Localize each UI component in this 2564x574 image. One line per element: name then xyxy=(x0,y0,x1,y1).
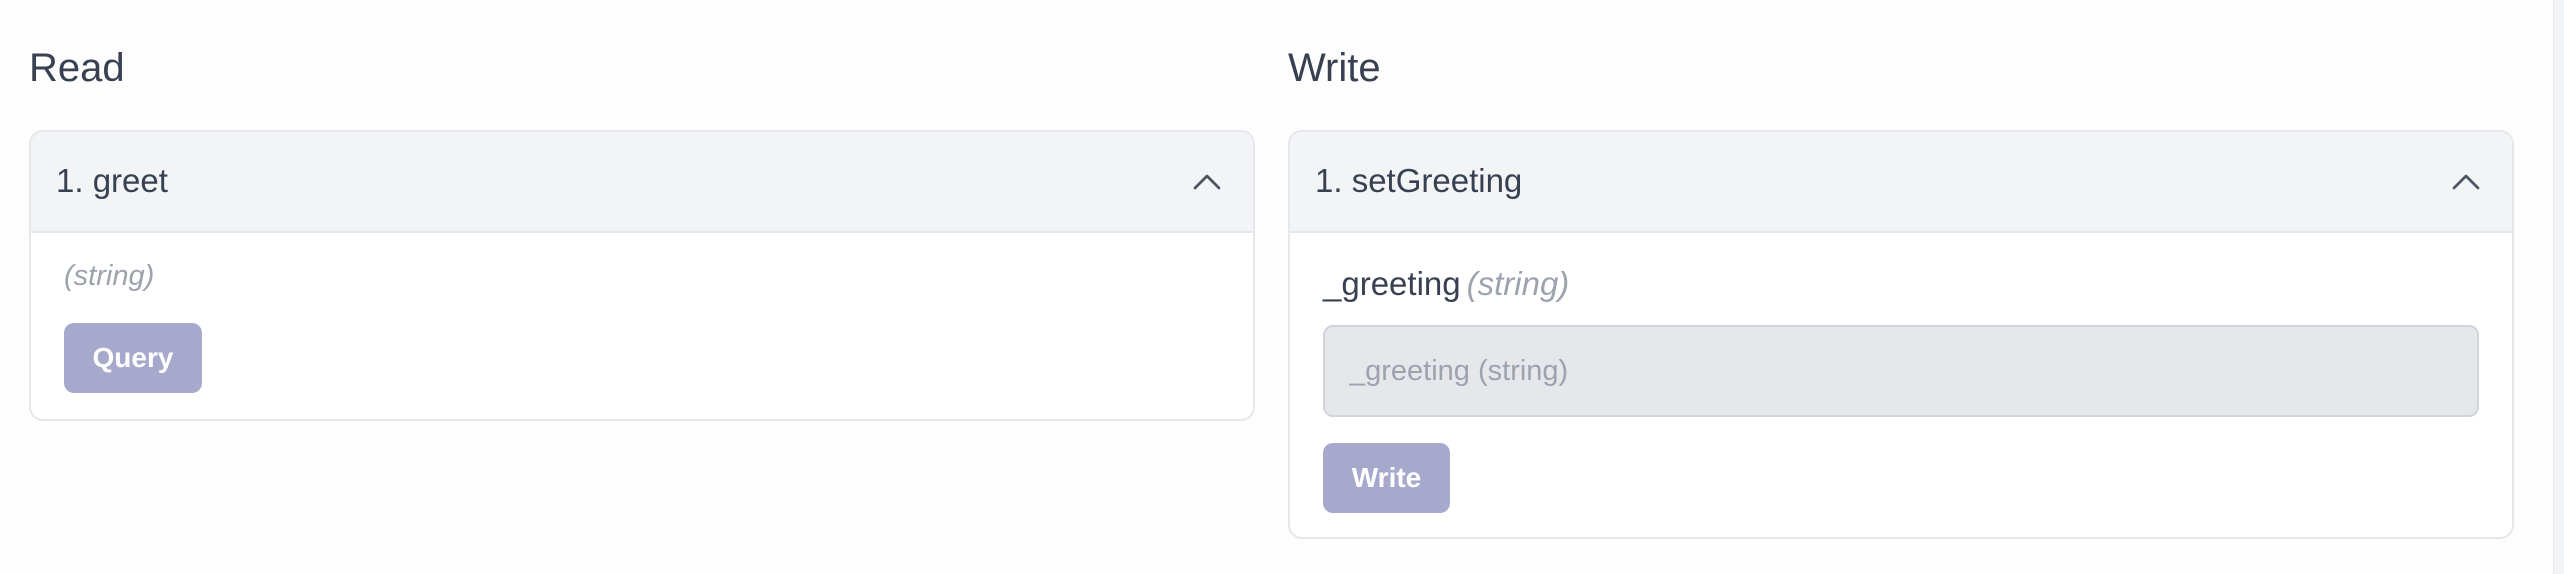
read-section-title: Read xyxy=(29,46,125,90)
greeting-arg-type: (string) xyxy=(1466,265,1570,302)
write-section-title: Write xyxy=(1288,46,1381,90)
read-function-header[interactable]: 1. greet xyxy=(31,132,1253,233)
read-function-name: 1. greet xyxy=(56,162,168,199)
write-function-name: 1. setGreeting xyxy=(1315,162,1523,199)
write-button[interactable]: Write xyxy=(1323,443,1450,513)
read-function-card: 1. greet (string) Query xyxy=(29,130,1255,421)
write-function-header[interactable]: 1. setGreeting xyxy=(1290,132,2512,233)
greeting-arg-label: _greeting (string) xyxy=(1323,263,1569,305)
chevron-up-icon[interactable] xyxy=(2448,164,2484,200)
greeting-input[interactable] xyxy=(1323,325,2479,417)
contract-interaction-page: Read 1. greet (string) Query Write 1. se… xyxy=(0,0,2564,574)
chevron-up-icon[interactable] xyxy=(1189,164,1225,200)
scrollbar-track[interactable] xyxy=(2553,0,2564,574)
read-output-type: (string) xyxy=(64,260,155,292)
greeting-arg-name: _greeting xyxy=(1323,265,1461,302)
query-button[interactable]: Query xyxy=(64,323,202,393)
write-function-card: 1. setGreeting _greeting(string) Write xyxy=(1288,130,2514,539)
